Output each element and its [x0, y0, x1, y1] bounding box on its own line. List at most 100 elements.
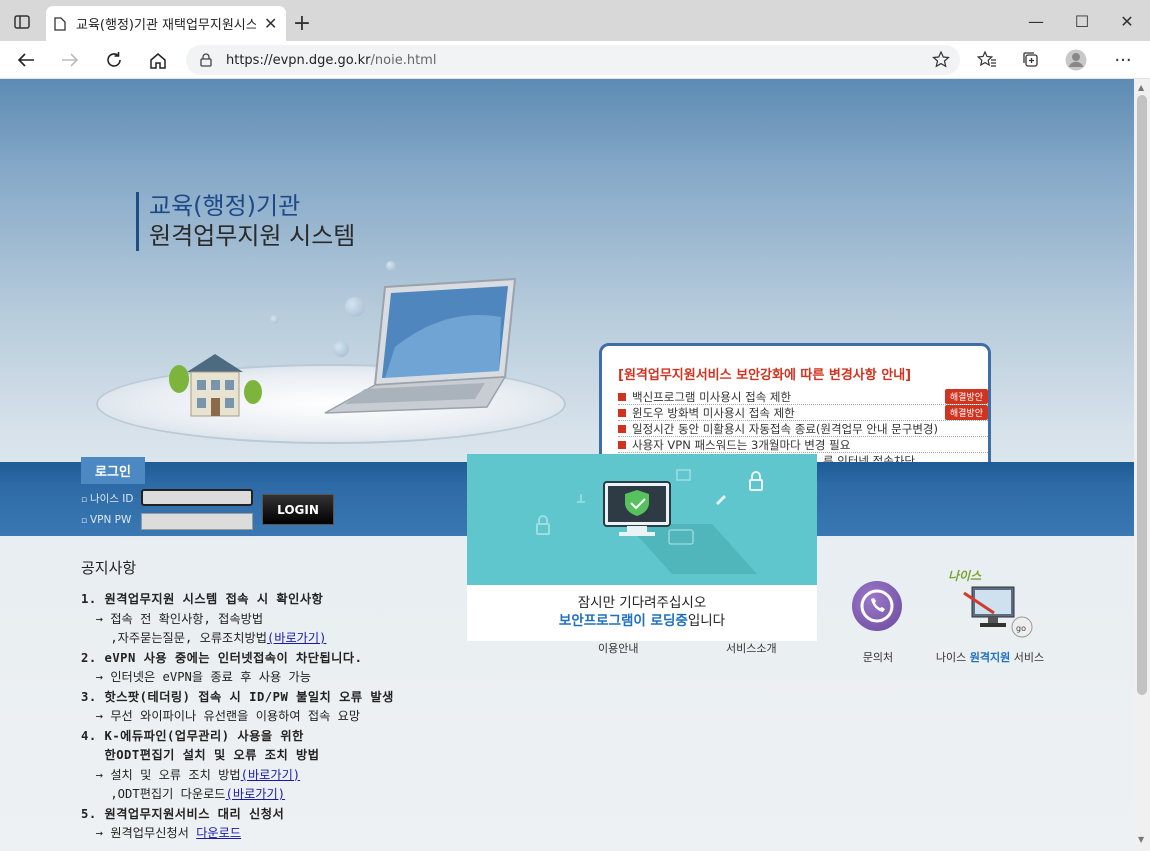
- service-neis-remote-label: 나이스 원격지원 서비스: [934, 649, 1046, 665]
- url-text: https://evpn.dge.go.kr/noie.html: [226, 53, 436, 68]
- security-notice-text: 일정시간 동안 미활용시 자동접속 종료(원격업무 안내 문구변경): [632, 421, 938, 436]
- notice-line-text: ,ODT편집기 다운로드: [81, 787, 226, 801]
- tab-active[interactable]: 교육(행정)기관 재택업무지원시스템 ✕: [46, 6, 286, 41]
- neis-id-input[interactable]: [141, 489, 253, 506]
- square-bullet-icon: [618, 424, 626, 433]
- add-favorite-icon[interactable]: [932, 51, 950, 69]
- tab-title: 교육(행정)기관 재택업무지원시스템: [76, 18, 256, 33]
- notice-line: → 인터넷은 eVPN을 종료 후 사용 가능: [81, 668, 601, 688]
- decorative-bubble: [270, 315, 279, 324]
- decorative-bubble: [386, 261, 396, 271]
- loading-message: 잠시만 기다려주십시오 보안프로그램이 로딩중입니다: [467, 585, 817, 641]
- new-tab-icon[interactable]: +: [290, 12, 314, 36]
- svg-text:go: go: [1016, 624, 1026, 633]
- remote-support-monitor-icon: go: [963, 586, 1033, 638]
- page-viewport: 교육(행정)기관 원격업무지원 시스템 [원격업무지원서비스 보안강화에 따른 …: [0, 79, 1134, 851]
- security-notice-item: 백신프로그램 미사용시 접속 제한 해결방안: [618, 389, 988, 405]
- notice-line: → 설치 및 오류 조치 방법(바로가기): [81, 766, 601, 786]
- service-contact-link[interactable]: 문의처: [828, 567, 928, 677]
- browser-tab-bar: 교육(행정)기관 재택업무지원시스템 ✕ + — ☐ ✕: [0, 0, 1150, 41]
- scrollbar-thumb[interactable]: [1137, 95, 1147, 695]
- scroll-down-arrow-icon[interactable]: ▼: [1138, 835, 1144, 844]
- service-neis-remote-link[interactable]: 나이스 go 나이스 원격지원 서비스: [934, 567, 1046, 677]
- solution-badge-button[interactable]: 해결방안: [944, 389, 988, 404]
- service-contact-label: 문의처: [862, 651, 894, 664]
- tab-actions-menu-icon[interactable]: [8, 10, 36, 34]
- notice-line: → 원격업무신청서 다운로드: [81, 824, 601, 844]
- laptop-illustration: [324, 277, 517, 414]
- loading-message-line1: 잠시만 기다려주십시오: [577, 595, 707, 611]
- login-id-label: 나이스 ID: [81, 491, 134, 506]
- minimize-icon[interactable]: —: [1016, 8, 1056, 34]
- close-tab-icon[interactable]: ✕: [264, 14, 277, 33]
- login-button[interactable]: LOGIN: [262, 494, 334, 525]
- loading-overlay: 잠시만 기다려주십시오 보안프로그램이 로딩중입니다: [467, 454, 817, 641]
- phone-icon: [852, 581, 902, 631]
- service-usage-guide-link[interactable]: 이용안내: [598, 640, 638, 656]
- maximize-icon[interactable]: ☐: [1062, 8, 1102, 34]
- notice-line: 한ODT편집기 설치 및 오류 조치 방법: [81, 746, 601, 766]
- loading-message-highlight: 보안프로그램이 로딩중: [558, 613, 688, 629]
- loading-message-line2: 보안프로그램이 로딩중입니다: [467, 612, 817, 630]
- notice-line: 2. eVPN 사용 중에는 인터넷접속이 차단됩니다.: [81, 649, 601, 669]
- notice-line: 5. 원격업무지원서비스 대리 신청서: [81, 805, 601, 825]
- close-window-icon[interactable]: ✕: [1107, 8, 1147, 34]
- lock-icon[interactable]: [200, 53, 212, 67]
- notice-line-text: → 설치 및 오류 조치 방법: [81, 767, 241, 782]
- loading-message-rest: 입니다: [687, 613, 726, 629]
- notice-line-text: 3. 핫스팟(테더링) 접속 시 ID/PW 불일치 오류 발생: [81, 689, 394, 704]
- notice-line: 4. K-에듀파인(업무관리) 사용을 위한: [81, 727, 601, 747]
- notice-line-text: 4. K-에듀파인(업무관리) 사용을 위한: [81, 728, 304, 743]
- login-id-label-text: 나이스 ID: [89, 493, 134, 505]
- favorites-icon[interactable]: [972, 45, 1002, 75]
- service-intro-link[interactable]: 서비스소개: [726, 640, 777, 656]
- notice-link[interactable]: (바로가기): [241, 768, 301, 782]
- notice-line: → 무선 와이파이나 유선랜을 이용하여 접속 요망: [81, 707, 601, 727]
- solution-badge-button[interactable]: 해결방안: [944, 405, 988, 420]
- notice-line-text: 2. eVPN 사용 중에는 인터넷접속이 차단됩니다.: [81, 650, 363, 665]
- notice-line-text: 5. 원격업무지원서비스 대리 신청서: [81, 806, 285, 821]
- page-scrollbar[interactable]: ▲ ▼: [1134, 79, 1150, 851]
- vpn-password-input[interactable]: [141, 513, 253, 530]
- back-icon[interactable]: [11, 45, 41, 75]
- profile-avatar-icon[interactable]: [1061, 45, 1091, 75]
- notice-line-text: → 무선 와이파이나 유선랜을 이용하여 접속 요망: [81, 709, 361, 723]
- notice-line-text: ,자주묻는질문, 오류조치방법: [81, 631, 267, 645]
- url-path: /noie.html: [370, 52, 437, 68]
- neis-label-prefix: 나이스: [935, 651, 970, 664]
- notice-line: 3. 핫스팟(테더링) 접속 시 ID/PW 불일치 오류 발생: [81, 688, 601, 708]
- notice-line-text: → 인터넷은 eVPN을 종료 후 사용 가능: [81, 670, 311, 684]
- refresh-icon[interactable]: [99, 45, 129, 75]
- address-bar[interactable]: https://evpn.dge.go.kr/noie.html: [186, 45, 960, 75]
- notice-line-text: 1. 원격업무지원 시스템 접속 시 확인사항: [81, 592, 324, 606]
- notice-line-text: → 접속 전 확인사항, 접속방법: [81, 611, 264, 626]
- settings-more-icon[interactable]: ···: [1108, 45, 1138, 75]
- security-notice-item: 사용자 VPN 패스워드는 3개월마다 변경 필요: [618, 437, 988, 453]
- security-notice-item: 일정시간 동안 미활용시 자동접속 종료(원격업무 안내 문구변경): [618, 421, 988, 437]
- forward-icon[interactable]: [55, 45, 85, 75]
- notice-link[interactable]: (바로가기): [226, 787, 286, 801]
- loading-illustration: [467, 454, 817, 585]
- security-notice-item: 윈도우 방화벽 미사용시 접속 제한 해결방안: [618, 405, 988, 421]
- scroll-up-arrow-icon[interactable]: ▲: [1138, 83, 1144, 92]
- site-title: 교육(행정)기관 원격업무지원 시스템: [136, 192, 355, 251]
- notice-line-text: 한ODT편집기 설치 및 오류 조치 방법: [81, 748, 320, 762]
- login-pw-label: VPN PW: [81, 514, 131, 526]
- notice-line: ,ODT편집기 다운로드(바로가기): [81, 785, 601, 805]
- square-bullet-icon: [618, 440, 626, 449]
- login-pw-label-text: VPN PW: [89, 514, 132, 526]
- site-title-line2: 원격업무지원 시스템: [149, 222, 356, 250]
- notice-link[interactable]: (바로가기): [267, 631, 327, 645]
- square-bullet-icon: [618, 408, 626, 417]
- collections-icon[interactable]: [1016, 45, 1046, 75]
- page-favicon-icon: [54, 16, 66, 31]
- security-monitor-illustration: [536, 469, 763, 574]
- site-title-line1: 교육(행정)기관: [149, 192, 301, 220]
- house-illustration: [169, 354, 262, 417]
- url-domain: https://evpn.dge.go.kr: [226, 52, 371, 68]
- home-icon[interactable]: [143, 45, 173, 75]
- notice-link[interactable]: 다운로드: [196, 826, 241, 840]
- security-notice-text: 사용자 VPN 패스워드는 3개월마다 변경 필요: [632, 437, 851, 452]
- security-notice-text: 백신프로그램 미사용시 접속 제한: [632, 389, 792, 404]
- notice-line-text: → 원격업무신청서: [81, 826, 197, 840]
